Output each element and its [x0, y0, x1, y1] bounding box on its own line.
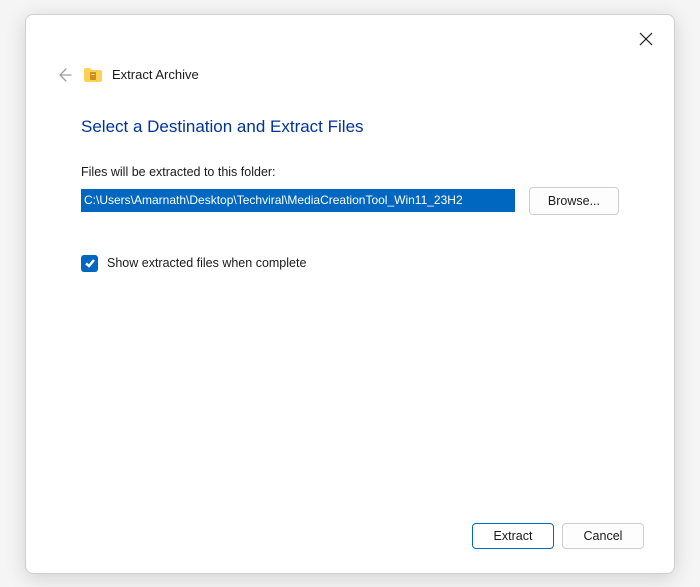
show-extracted-checkbox-row: Show extracted files when complete [81, 255, 619, 272]
dialog-header: Extract Archive [26, 15, 674, 85]
path-field-label: Files will be extracted to this folder: [81, 165, 619, 179]
destination-path-input[interactable] [81, 189, 515, 211]
extract-button[interactable]: Extract [472, 523, 554, 549]
page-heading: Select a Destination and Extract Files [81, 117, 619, 137]
path-input-container [81, 189, 515, 212]
checkmark-icon [84, 257, 96, 269]
back-arrow-icon [56, 67, 72, 83]
close-icon [639, 32, 653, 46]
close-button[interactable] [636, 29, 656, 49]
back-button[interactable] [54, 65, 74, 85]
archive-folder-icon [84, 67, 102, 82]
extract-archive-dialog: Extract Archive Select a Destination and… [25, 14, 675, 574]
dialog-title: Extract Archive [112, 67, 199, 82]
path-row: Browse... [81, 187, 619, 215]
dialog-footer: Extract Cancel [26, 523, 674, 573]
show-extracted-checkbox[interactable] [81, 255, 98, 272]
cancel-button[interactable]: Cancel [562, 523, 644, 549]
show-extracted-checkbox-label[interactable]: Show extracted files when complete [107, 256, 306, 270]
browse-button[interactable]: Browse... [529, 187, 619, 215]
dialog-content: Select a Destination and Extract Files F… [26, 85, 674, 523]
